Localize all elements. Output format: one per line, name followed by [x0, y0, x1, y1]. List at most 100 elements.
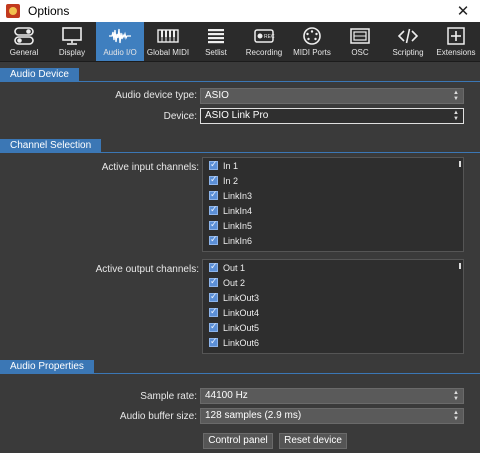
tab-audio-io[interactable]: Audio I/O [96, 22, 144, 61]
buffer-size-label: Audio buffer size: [119, 411, 197, 422]
scrollbar[interactable] [459, 161, 461, 167]
checkbox[interactable] [209, 174, 218, 185]
combo-arrows-icon: ▲ ▼ [453, 110, 459, 122]
tab-label: OSC [351, 48, 369, 57]
audio-device-type-select[interactable]: ASIO ▲ ▼ [200, 88, 464, 104]
tab-label: Recording [245, 48, 283, 57]
reset-device-button[interactable]: Reset device [279, 433, 347, 449]
tab-general[interactable]: General [0, 22, 48, 61]
input-channels-label: Active input channels: [101, 162, 199, 173]
audio-device-header: Audio Device [0, 68, 480, 82]
channel-label: LinkOut6 [223, 337, 260, 348]
monitor-icon [61, 26, 83, 46]
list-icon [205, 26, 227, 46]
list-item[interactable]: LinkOut3 [203, 290, 463, 305]
combo-arrows-icon: ▲ ▼ [453, 410, 459, 422]
tab-recording[interactable]: REC Recording [240, 22, 288, 61]
list-item[interactable]: LinkIn3 [203, 188, 463, 203]
tab-label: Setlist [205, 48, 227, 57]
window-title: Options [28, 4, 70, 18]
device-label: Device: [163, 111, 197, 122]
midi-port-icon [301, 26, 323, 46]
channel-label: LinkOut4 [223, 307, 260, 318]
app-icon [6, 4, 20, 18]
input-channels-list[interactable]: In 1 In 2 LinkIn3 LinkIn4 LinkIn5 LinkIn… [202, 157, 464, 252]
list-item[interactable]: In 2 [203, 173, 463, 188]
list-item[interactable]: Out 2 [203, 275, 463, 290]
channel-label: In 1 [223, 160, 239, 171]
tab-extensions[interactable]: Extensions [432, 22, 480, 61]
combo-arrows-icon: ▲ ▼ [453, 390, 459, 402]
channel-label: LinkIn4 [223, 205, 253, 216]
list-item[interactable]: LinkIn4 [203, 203, 463, 218]
checkbox[interactable] [209, 261, 218, 272]
list-item[interactable]: In 1 [203, 158, 463, 173]
tab-midi-ports[interactable]: MIDI Ports [288, 22, 336, 61]
code-icon [397, 26, 419, 46]
checkbox[interactable] [209, 336, 218, 347]
svg-text:REC: REC [264, 34, 275, 40]
list-item[interactable]: LinkOut6 [203, 335, 463, 350]
tab-label: MIDI Ports [293, 48, 331, 57]
sample-rate-value: 44100 Hz [205, 390, 248, 401]
close-icon[interactable]: ✕ [454, 2, 472, 20]
tab-label: General [9, 48, 39, 57]
tab-global-midi[interactable]: Global MIDI [144, 22, 192, 61]
checkbox[interactable] [209, 219, 218, 230]
tab-label: Global MIDI [146, 48, 190, 57]
section-title: Channel Selection [0, 139, 102, 153]
channel-label: LinkIn5 [223, 220, 253, 231]
tab-label: Display [58, 48, 86, 57]
checkbox[interactable] [209, 321, 218, 332]
checkbox[interactable] [209, 159, 218, 170]
channel-label: LinkIn3 [223, 190, 253, 201]
tab-osc[interactable]: OSC [336, 22, 384, 61]
device-select[interactable]: ASIO Link Pro ▲ ▼ [200, 108, 464, 124]
checkbox[interactable] [209, 291, 218, 302]
channel-label: Out 2 [223, 277, 246, 288]
buffer-size-select[interactable]: 128 samples (2.9 ms) ▲ ▼ [200, 408, 464, 424]
audio-device-type-value: ASIO [205, 90, 229, 101]
sample-rate-select[interactable]: 44100 Hz ▲ ▼ [200, 388, 464, 404]
checkbox[interactable] [209, 204, 218, 215]
buffer-size-value: 128 samples (2.9 ms) [205, 410, 302, 421]
checkbox[interactable] [209, 234, 218, 245]
audio-device-type-label: Audio device type: [115, 90, 197, 101]
tab-scripting[interactable]: Scripting [384, 22, 432, 61]
device-value: ASIO Link Pro [205, 110, 269, 121]
tab-display[interactable]: Display [48, 22, 96, 61]
tab-label: Audio I/O [103, 48, 137, 57]
channel-label: LinkIn6 [223, 235, 253, 246]
record-icon: REC [253, 26, 275, 46]
list-item[interactable]: LinkOut4 [203, 305, 463, 320]
title-bar: Options ✕ [0, 0, 480, 22]
list-item[interactable]: LinkIn6 [203, 233, 463, 248]
combo-arrows-icon: ▲ ▼ [453, 90, 459, 102]
section-title: Audio Properties [0, 360, 94, 374]
checkbox[interactable] [209, 189, 218, 200]
options-toolbar: General Display Audio I/O Global MIDI Se… [0, 22, 480, 62]
toggles-icon [13, 26, 35, 46]
sample-rate-label: Sample rate: [140, 391, 197, 402]
list-item[interactable]: LinkOut5 [203, 320, 463, 335]
waveform-icon [108, 26, 132, 46]
audio-properties-header: Audio Properties [0, 360, 480, 374]
tab-label: Extensions [436, 48, 476, 57]
channel-label: Out 1 [223, 262, 246, 273]
channel-label: LinkOut5 [223, 322, 260, 333]
checkbox[interactable] [209, 276, 218, 287]
tab-setlist[interactable]: Setlist [192, 22, 240, 61]
output-channels-label: Active output channels: [95, 264, 199, 275]
osc-icon [349, 26, 371, 46]
list-item[interactable]: Out 1 [203, 260, 463, 275]
tab-label: Scripting [392, 48, 424, 57]
checkbox[interactable] [209, 306, 218, 317]
section-title: Audio Device [0, 68, 79, 82]
keyboard-icon [156, 26, 180, 46]
list-item[interactable]: LinkIn5 [203, 218, 463, 233]
scrollbar[interactable] [459, 263, 461, 269]
plus-box-icon [445, 26, 467, 46]
channel-label: LinkOut3 [223, 292, 260, 303]
control-panel-button[interactable]: Control panel [203, 433, 273, 449]
output-channels-list[interactable]: Out 1 Out 2 LinkOut3 LinkOut4 LinkOut5 L… [202, 259, 464, 354]
